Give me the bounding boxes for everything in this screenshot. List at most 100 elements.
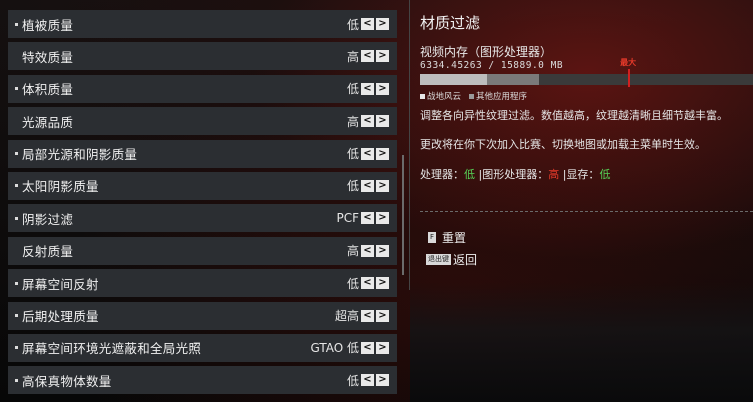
vram-label: 视频内存（图形处理器） bbox=[420, 45, 553, 59]
performance-impact: 处理器：低 |图形处理器：高 |显存：低 bbox=[420, 168, 611, 181]
setting-label: 阴影过滤 bbox=[22, 211, 74, 227]
legend-other: 其他应用程序 bbox=[469, 90, 527, 102]
bullet-icon bbox=[15, 184, 18, 188]
panel-title: 材质过滤 bbox=[420, 14, 481, 32]
chevron-right-icon[interactable]: > bbox=[376, 115, 389, 128]
panel-separator bbox=[420, 211, 753, 212]
setting-row[interactable]: 屏幕空间反射 低 < > bbox=[8, 269, 397, 298]
chevron-right-icon[interactable]: > bbox=[376, 179, 389, 192]
value-stepper: < > bbox=[361, 309, 389, 322]
reset-label: 重置 bbox=[442, 231, 467, 245]
value-stepper: < > bbox=[361, 147, 389, 160]
bullet-icon bbox=[15, 87, 18, 91]
setting-value: PCF bbox=[336, 211, 359, 226]
bullet-icon bbox=[15, 346, 18, 350]
setting-value: 低 bbox=[346, 373, 359, 388]
value-stepper: < > bbox=[361, 212, 389, 225]
bullet-icon bbox=[15, 216, 18, 220]
impact-vram: 低 bbox=[599, 168, 611, 181]
value-stepper: < > bbox=[361, 82, 389, 95]
chevron-right-icon[interactable]: > bbox=[376, 82, 389, 95]
bullet-icon bbox=[15, 152, 18, 156]
chevron-right-icon[interactable]: > bbox=[376, 212, 389, 225]
impact-cpu: 低 bbox=[464, 168, 475, 181]
value-stepper: < > bbox=[361, 179, 389, 192]
chevron-left-icon[interactable]: < bbox=[361, 18, 374, 30]
setting-label: 植被质量 bbox=[22, 17, 74, 33]
setting-row[interactable]: 太阳阴影质量 低 < > bbox=[8, 171, 397, 200]
chevron-left-icon[interactable]: < bbox=[361, 179, 374, 192]
chevron-left-icon[interactable]: < bbox=[361, 374, 374, 387]
setting-row[interactable]: 阴影过滤 PCF < > bbox=[8, 204, 397, 233]
bullet-icon bbox=[15, 378, 18, 382]
setting-value: 高 bbox=[346, 114, 359, 129]
back-label: 返回 bbox=[453, 253, 478, 267]
chevron-left-icon[interactable]: < bbox=[361, 277, 374, 290]
chevron-right-icon[interactable]: > bbox=[376, 309, 389, 322]
bullet-icon bbox=[15, 22, 18, 26]
setting-row[interactable]: 特效质量 高 < > bbox=[8, 42, 397, 71]
setting-row[interactable]: 高保真物体数量 低 < > bbox=[8, 366, 397, 395]
chevron-right-icon[interactable]: > bbox=[376, 244, 389, 257]
legend-other-swatch bbox=[469, 94, 475, 99]
setting-label: 屏幕空间环境光遮蔽和全局光照 bbox=[22, 341, 202, 357]
setting-label: 体积质量 bbox=[22, 82, 74, 98]
chevron-left-icon[interactable]: < bbox=[361, 341, 374, 354]
chevron-right-icon[interactable]: > bbox=[376, 50, 389, 63]
chevron-left-icon[interactable]: < bbox=[361, 50, 374, 63]
value-stepper: < > bbox=[361, 277, 389, 290]
chevron-left-icon[interactable]: < bbox=[361, 212, 374, 225]
setting-label: 光源品质 bbox=[22, 114, 74, 130]
vram-other-fill bbox=[486, 74, 540, 85]
setting-value: 低 bbox=[346, 276, 359, 291]
setting-label: 反射质量 bbox=[22, 244, 74, 260]
bullet-icon bbox=[15, 314, 18, 318]
value-stepper: < > bbox=[361, 244, 389, 257]
scrollbar[interactable] bbox=[402, 155, 404, 275]
setting-value: 低 bbox=[346, 17, 359, 32]
chevron-left-icon[interactable]: < bbox=[361, 147, 374, 160]
divider bbox=[409, 0, 410, 290]
setting-value: 高 bbox=[346, 49, 359, 64]
back-key-icon: 退出键 bbox=[426, 254, 451, 265]
setting-row[interactable]: 后期处理质量 超高 < > bbox=[8, 301, 397, 330]
setting-row[interactable]: 反射质量 高 < > bbox=[8, 236, 397, 265]
setting-value: GTAO 低 bbox=[310, 341, 359, 356]
setting-row[interactable]: 植被质量 低 < > bbox=[8, 10, 397, 38]
setting-label: 特效质量 bbox=[22, 49, 74, 65]
vram-used-fill bbox=[420, 74, 487, 85]
chevron-right-icon[interactable]: > bbox=[376, 18, 389, 30]
vram-legend: 战地风云 其他应用程序 bbox=[420, 90, 753, 102]
setting-row[interactable]: 局部光源和阴影质量 低 < > bbox=[8, 139, 397, 168]
bullet-icon bbox=[15, 281, 18, 285]
chevron-left-icon[interactable]: < bbox=[361, 309, 374, 322]
reset-button[interactable]: F 重置 bbox=[428, 229, 466, 246]
setting-value: 超高 bbox=[334, 309, 359, 324]
setting-row[interactable]: 光源品质 高 < > bbox=[8, 107, 397, 136]
value-stepper: < > bbox=[361, 115, 389, 128]
reset-key-icon: F bbox=[428, 232, 437, 243]
setting-row[interactable]: 屏幕空间环境光遮蔽和全局光照 GTAO 低 < > bbox=[8, 333, 397, 362]
setting-description: 调整各向异性纹理过滤。数值越高，纹理越清晰且细节越丰富。 bbox=[420, 109, 728, 122]
setting-label: 后期处理质量 bbox=[22, 309, 99, 325]
settings-list: 植被质量低 < > 特效质量高 < > 体积质量低 < > 光源品质高 < > 局部光源和阴影质量低 < >… bbox=[8, 10, 397, 399]
value-stepper: < > bbox=[361, 18, 389, 30]
chevron-right-icon[interactable]: > bbox=[376, 374, 389, 387]
chevron-right-icon[interactable]: > bbox=[376, 341, 389, 354]
legend-game-swatch bbox=[420, 94, 425, 99]
chevron-left-icon[interactable]: < bbox=[361, 244, 374, 257]
setting-label: 高保真物体数量 bbox=[22, 373, 112, 389]
setting-row[interactable]: 体积质量 低 < > bbox=[8, 74, 397, 103]
setting-label: 太阳阴影质量 bbox=[22, 179, 99, 195]
setting-value: 低 bbox=[346, 147, 359, 162]
chevron-right-icon[interactable]: > bbox=[376, 277, 389, 290]
chevron-left-icon[interactable]: < bbox=[361, 82, 374, 95]
value-stepper: < > bbox=[361, 374, 389, 387]
value-stepper: < > bbox=[361, 50, 389, 63]
info-panel: 材质过滤 视频内存（图形处理器） 6334.45263 / 15889.0 MB… bbox=[420, 12, 753, 182]
chevron-right-icon[interactable]: > bbox=[376, 147, 389, 160]
apply-note: 更改将在你下次加入比赛、切换地图或加载主菜单时生效。 bbox=[420, 138, 706, 151]
setting-value: 低 bbox=[346, 82, 359, 97]
back-button[interactable]: 退出键 返回 bbox=[426, 251, 477, 268]
chevron-left-icon[interactable]: < bbox=[361, 115, 374, 128]
